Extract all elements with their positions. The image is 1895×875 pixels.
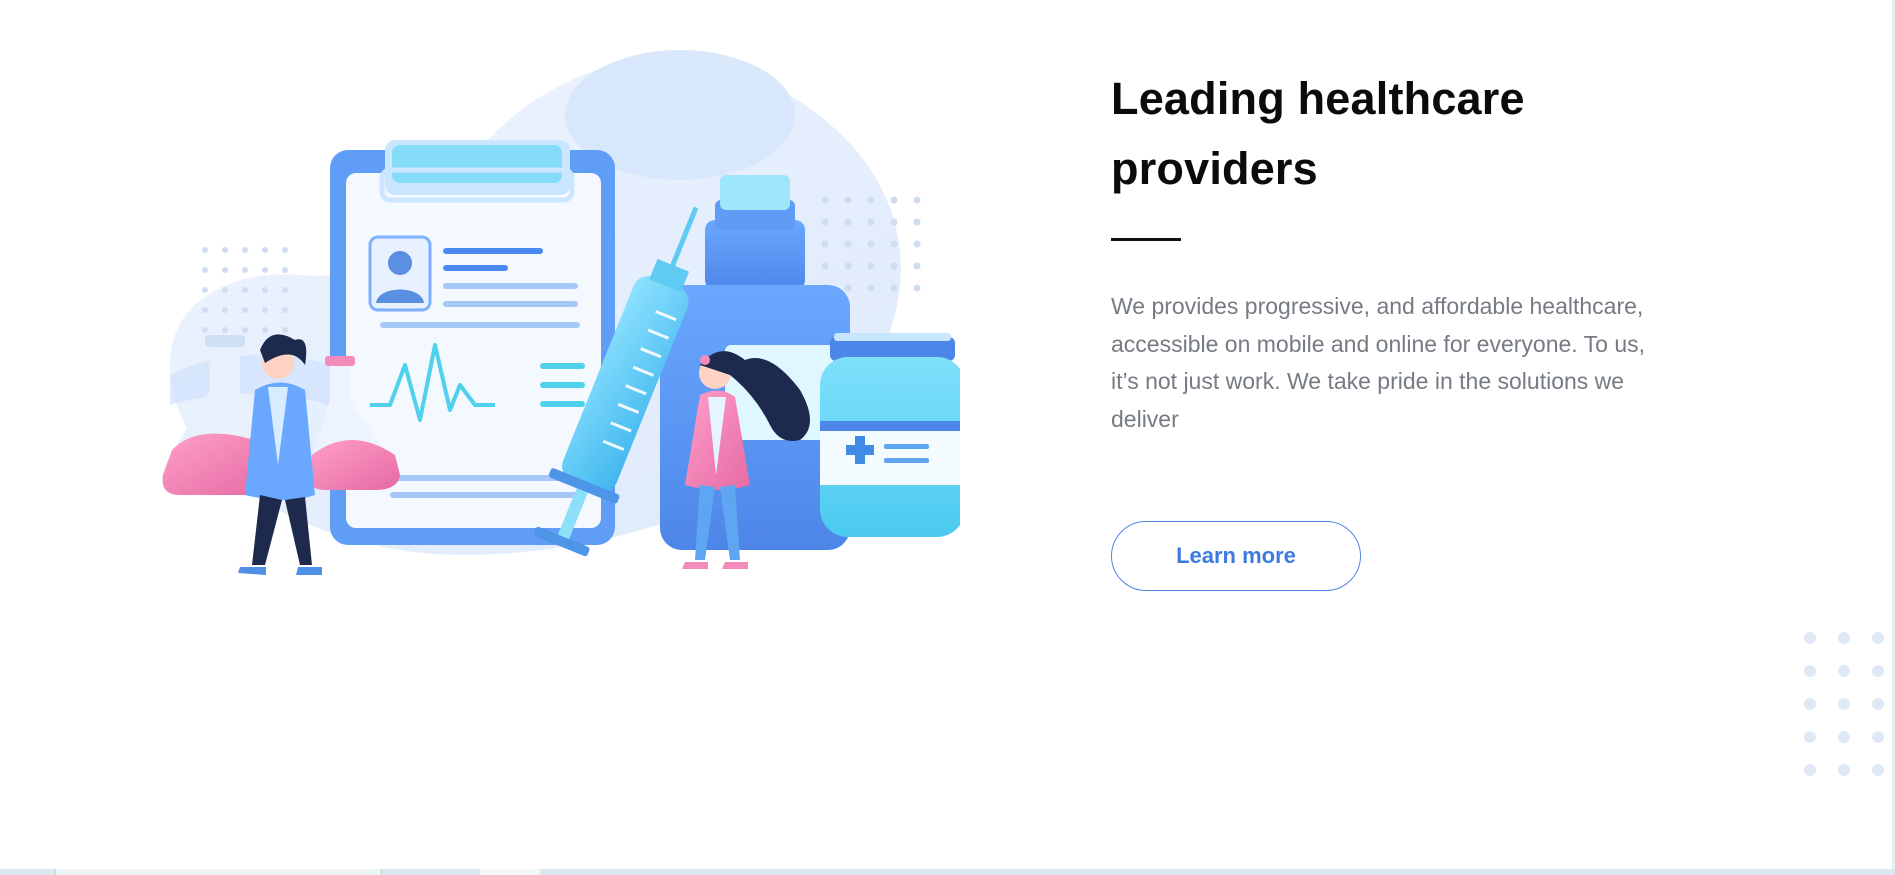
learn-more-button[interactable]: Learn more <box>1111 521 1361 591</box>
title-line-1: Leading healthcare <box>1111 73 1525 124</box>
title-line-2: providers <box>1111 143 1318 194</box>
hero-content: Leading healthcare providers We provides… <box>1111 64 1671 591</box>
bottom-taskbar-strip <box>0 869 1895 875</box>
decorative-dot-grid <box>1804 632 1884 776</box>
page-title: Leading healthcare providers <box>1111 64 1671 204</box>
title-divider <box>1111 238 1181 241</box>
healthcare-section: Leading healthcare providers We provides… <box>0 0 1895 875</box>
healthcare-illustration <box>160 45 960 620</box>
taskbar-tab[interactable] <box>55 869 382 875</box>
taskbar-tab[interactable] <box>480 869 540 875</box>
hero-description: We provides progressive, and affordable … <box>1111 293 1646 432</box>
